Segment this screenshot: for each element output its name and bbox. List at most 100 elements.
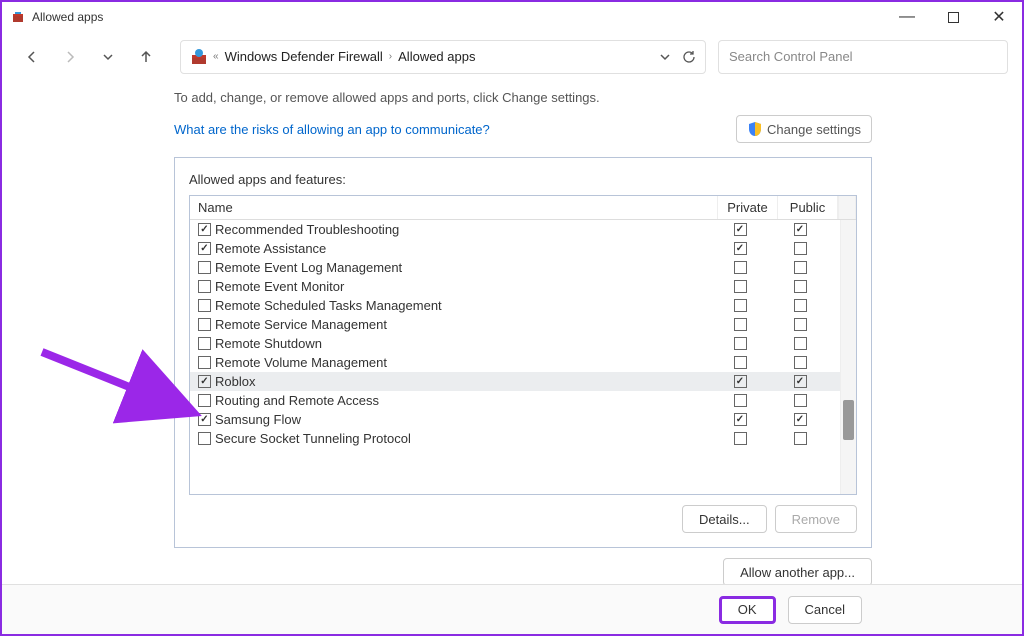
content-area: To add, change, or remove allowed apps a…: [2, 82, 1022, 586]
remove-button: Remove: [775, 505, 857, 533]
enable-checkbox[interactable]: [198, 299, 211, 312]
private-checkbox[interactable]: [734, 394, 747, 407]
public-checkbox[interactable]: [794, 337, 807, 350]
minimize-button[interactable]: —: [884, 2, 930, 32]
public-checkbox[interactable]: [794, 280, 807, 293]
intro-text: To add, change, or remove allowed apps a…: [174, 82, 1022, 105]
up-button[interactable]: [130, 41, 162, 73]
column-name[interactable]: Name: [190, 196, 718, 219]
private-checkbox[interactable]: [734, 261, 747, 274]
details-button[interactable]: Details...: [682, 505, 767, 533]
allow-another-app-button[interactable]: Allow another app...: [723, 558, 872, 586]
risks-link[interactable]: What are the risks of allowing an app to…: [174, 122, 490, 137]
firewall-icon: [10, 9, 26, 25]
window-title: Allowed apps: [32, 10, 103, 24]
shield-icon: [747, 121, 763, 137]
app-name: Remote Event Monitor: [215, 279, 712, 294]
app-name: Remote Assistance: [215, 241, 712, 256]
enable-checkbox[interactable]: [198, 242, 211, 255]
private-checkbox[interactable]: [734, 375, 747, 388]
allowed-apps-panel: Allowed apps and features: Name Private …: [174, 157, 872, 548]
private-checkbox[interactable]: [734, 337, 747, 350]
enable-checkbox[interactable]: [198, 356, 211, 369]
table-row[interactable]: Remote Event Log Management: [190, 258, 840, 277]
app-name: Remote Volume Management: [215, 355, 712, 370]
private-checkbox[interactable]: [734, 356, 747, 369]
private-checkbox[interactable]: [734, 299, 747, 312]
private-checkbox[interactable]: [734, 413, 747, 426]
table-row[interactable]: Roblox: [190, 372, 840, 391]
app-name: Routing and Remote Access: [215, 393, 712, 408]
dialog-footer: OK Cancel: [2, 584, 1022, 634]
column-private[interactable]: Private: [718, 196, 778, 219]
public-checkbox[interactable]: [794, 242, 807, 255]
breadcrumb: « Windows Defender Firewall › Allowed ap…: [213, 49, 475, 64]
refresh-icon[interactable]: [681, 49, 697, 65]
enable-checkbox[interactable]: [198, 432, 211, 445]
enable-checkbox[interactable]: [198, 413, 211, 426]
app-name: Remote Event Log Management: [215, 260, 712, 275]
public-checkbox[interactable]: [794, 261, 807, 274]
firewall-icon: [189, 47, 209, 67]
ok-button[interactable]: OK: [719, 596, 776, 624]
enable-checkbox[interactable]: [198, 375, 211, 388]
table-row[interactable]: Remote Scheduled Tasks Management: [190, 296, 840, 315]
maximize-button[interactable]: [930, 2, 976, 32]
table-row[interactable]: Remote Service Management: [190, 315, 840, 334]
app-name: Secure Socket Tunneling Protocol: [215, 431, 712, 446]
table-row[interactable]: Routing and Remote Access: [190, 391, 840, 410]
breadcrumb-part[interactable]: Allowed apps: [398, 49, 475, 64]
change-settings-button[interactable]: Change settings: [736, 115, 872, 143]
app-name: Samsung Flow: [215, 412, 712, 427]
app-name: Remote Service Management: [215, 317, 712, 332]
public-checkbox[interactable]: [794, 299, 807, 312]
app-name: Remote Scheduled Tasks Management: [215, 298, 712, 313]
scrollbar[interactable]: [840, 220, 856, 494]
private-checkbox[interactable]: [734, 223, 747, 236]
private-checkbox[interactable]: [734, 318, 747, 331]
table-row[interactable]: Remote Volume Management: [190, 353, 840, 372]
app-name: Recommended Troubleshooting: [215, 222, 712, 237]
address-bar[interactable]: « Windows Defender Firewall › Allowed ap…: [180, 40, 706, 74]
apps-list: Name Private Public Recommended Troubles…: [189, 195, 857, 495]
public-checkbox[interactable]: [794, 375, 807, 388]
enable-checkbox[interactable]: [198, 318, 211, 331]
close-button[interactable]: ✕: [976, 2, 1022, 32]
public-checkbox[interactable]: [794, 413, 807, 426]
column-public[interactable]: Public: [778, 196, 838, 219]
chevron-down-icon[interactable]: [659, 51, 671, 63]
scrollbar-thumb[interactable]: [843, 400, 854, 440]
search-input[interactable]: Search Control Panel: [718, 40, 1008, 74]
enable-checkbox[interactable]: [198, 394, 211, 407]
table-row[interactable]: Recommended Troubleshooting: [190, 220, 840, 239]
private-checkbox[interactable]: [734, 280, 747, 293]
enable-checkbox[interactable]: [198, 261, 211, 274]
recent-dropdown[interactable]: [92, 41, 124, 73]
table-row[interactable]: Remote Event Monitor: [190, 277, 840, 296]
table-row[interactable]: Samsung Flow: [190, 410, 840, 429]
cancel-button[interactable]: Cancel: [788, 596, 862, 624]
app-name: Remote Shutdown: [215, 336, 712, 351]
breadcrumb-part[interactable]: Windows Defender Firewall: [225, 49, 383, 64]
public-checkbox[interactable]: [794, 394, 807, 407]
titlebar: Allowed apps: [2, 2, 1022, 32]
public-checkbox[interactable]: [794, 356, 807, 369]
enable-checkbox[interactable]: [198, 280, 211, 293]
window-controls: — ✕: [884, 2, 1022, 32]
private-checkbox[interactable]: [734, 432, 747, 445]
list-header: Name Private Public: [190, 196, 856, 220]
table-row[interactable]: Secure Socket Tunneling Protocol: [190, 429, 840, 448]
public-checkbox[interactable]: [794, 432, 807, 445]
toolbar: « Windows Defender Firewall › Allowed ap…: [2, 32, 1022, 82]
forward-button[interactable]: [54, 41, 86, 73]
table-row[interactable]: Remote Assistance: [190, 239, 840, 258]
app-name: Roblox: [215, 374, 712, 389]
table-row[interactable]: Remote Shutdown: [190, 334, 840, 353]
public-checkbox[interactable]: [794, 223, 807, 236]
public-checkbox[interactable]: [794, 318, 807, 331]
back-button[interactable]: [16, 41, 48, 73]
panel-title: Allowed apps and features:: [189, 172, 857, 187]
enable-checkbox[interactable]: [198, 337, 211, 350]
enable-checkbox[interactable]: [198, 223, 211, 236]
private-checkbox[interactable]: [734, 242, 747, 255]
